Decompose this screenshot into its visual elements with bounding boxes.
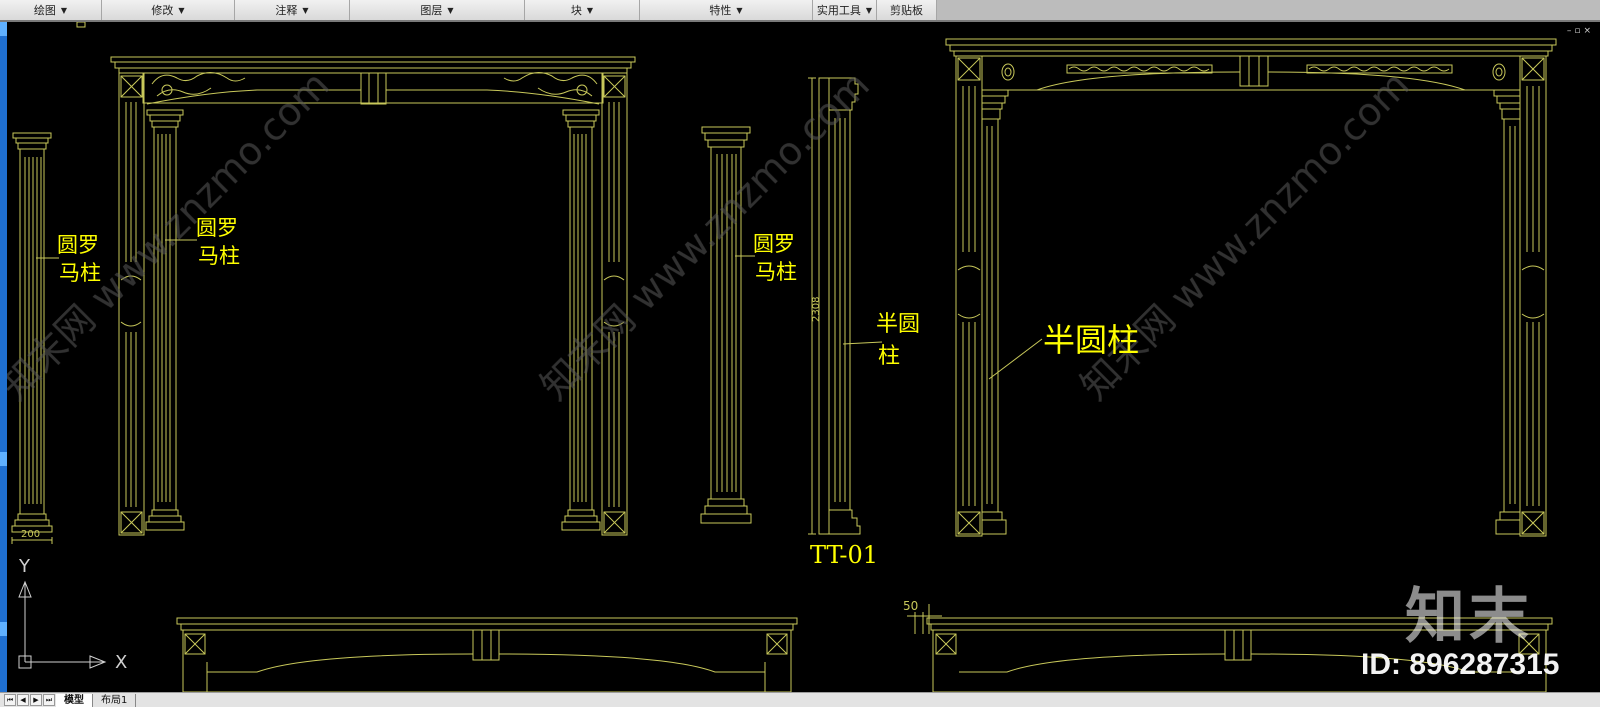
dock-handle[interactable] <box>0 622 7 636</box>
arch-frame-2 <box>945 38 1557 537</box>
arch-frame-1 <box>110 56 636 536</box>
chevron-down-icon: ▼ <box>178 5 185 15</box>
chevron-down-icon: ▼ <box>586 5 594 15</box>
last-tab-icon[interactable]: ⏭ <box>43 694 55 706</box>
chevron-down-icon: ▼ <box>447 5 454 15</box>
label-half-col-b: 柱 <box>878 344 900 369</box>
panel-annotate[interactable]: 注释 ▼ <box>235 0 350 20</box>
cad-drawing: 知末网 www.znzmo.com 知末网 www.znzmo.com 知末网 … <box>7 22 1557 692</box>
panel-annotate-label: 注释 <box>275 4 298 17</box>
chevron-down-icon: ▼ <box>736 5 743 15</box>
panel-utilities-label: 实用工具 <box>816 4 861 17</box>
watermark-logo: 知末 <box>1405 582 1533 652</box>
watermark-id: ID: 896287315 <box>1361 648 1560 681</box>
panel-layers-label: 图层 <box>420 4 443 17</box>
ucs-icon <box>18 580 107 669</box>
panel-properties[interactable]: 特性 ▼ <box>640 0 813 20</box>
label-half-col-big: 半圆柱 <box>1043 321 1139 359</box>
ucs-labels: Y X <box>18 556 127 673</box>
label-half-col-a: 半圆 <box>876 312 920 337</box>
tab-nav-buttons: ⏮ ◀ ▶ ⏭ <box>4 694 56 706</box>
label-roman-col-2-a: 圆罗 <box>196 216 238 240</box>
panel-draw[interactable]: 绘图 ▼ <box>0 0 102 20</box>
dimension-labels: 200 2308 50 <box>21 297 918 613</box>
panel-clipboard[interactable]: 剪贴板 <box>877 0 937 20</box>
label-code: TT-01 <box>810 541 878 569</box>
dim-width: 200 <box>21 529 40 540</box>
panel-modify[interactable]: 修改 ▼ <box>102 0 235 20</box>
layout-tabs-bar: ⏮ ◀ ▶ ⏭ 模型 布局1 <box>0 692 1600 707</box>
ribbon-empty-area <box>937 0 1600 20</box>
prev-tab-icon[interactable]: ◀ <box>17 694 29 706</box>
label-roman-col-1-a: 圆罗 <box>57 233 99 257</box>
chevron-down-icon: ▼ <box>302 5 309 15</box>
tab-layout1[interactable]: 布局1 <box>93 693 137 707</box>
panel-layers[interactable]: 图层 ▼ <box>350 0 525 20</box>
drawing-canvas[interactable]: –▫× 知末网 www.znzmo.com 知末网 www.znzmo.com … <box>7 22 1600 692</box>
panel-properties-label: 特性 <box>709 4 732 17</box>
ribbon-panels: 绘图 ▼ 修改 ▼ 注释 ▼ 图层 ▼ 块 ▼ 特性 ▼ 实用工具 ▼ 剪贴板 <box>0 0 937 21</box>
dim-small: 50 <box>903 599 918 613</box>
drawing-labels: 圆罗 马柱 圆罗 马柱 圆罗 马柱 半圆 柱 半圆柱 TT-01 <box>57 216 1139 569</box>
panel-utilities[interactable]: 实用工具 ▼ <box>813 0 877 20</box>
dock-handle[interactable] <box>0 22 7 36</box>
panel-clipboard-label: 剪贴板 <box>890 4 923 17</box>
ucs-x-label: X <box>115 652 127 673</box>
label-roman-col-3-a: 圆罗 <box>753 232 795 256</box>
chevron-down-icon: ▼ <box>60 5 68 15</box>
panel-block[interactable]: 块 ▼ <box>525 0 640 20</box>
chevron-down-icon: ▼ <box>865 5 873 15</box>
ucs-y-label: Y <box>18 556 31 577</box>
tab-model[interactable]: 模型 <box>56 693 93 707</box>
panel-block-label: 块 <box>570 4 582 17</box>
label-roman-col-1-b: 马柱 <box>59 261 101 285</box>
panel-modify-label: 修改 <box>151 4 174 17</box>
label-roman-col-2-b: 马柱 <box>198 244 240 268</box>
dock-handle[interactable] <box>0 452 7 466</box>
left-dock-bar[interactable] <box>0 22 7 692</box>
label-roman-col-3-b: 马柱 <box>755 260 797 284</box>
ribbon: 绘图 ▼ 修改 ▼ 注释 ▼ 图层 ▼ 块 ▼ 特性 ▼ 实用工具 ▼ 剪贴板 <box>0 0 1600 22</box>
first-tab-icon[interactable]: ⏮ <box>4 694 16 706</box>
dim-height: 2308 <box>811 297 822 322</box>
next-tab-icon[interactable]: ▶ <box>30 694 42 706</box>
panel-draw-label: 绘图 <box>33 4 56 17</box>
bottom-frame-1 <box>176 617 798 692</box>
